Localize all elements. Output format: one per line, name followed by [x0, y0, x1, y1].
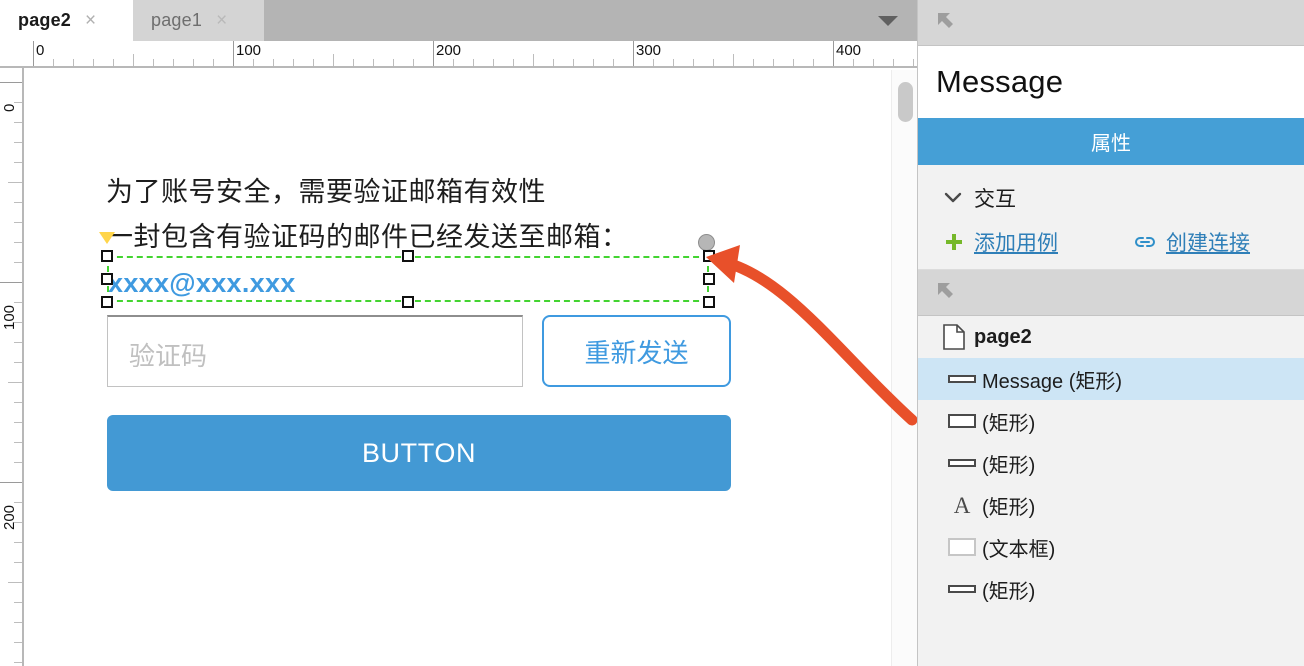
tab-page2-label: page2 — [18, 10, 72, 30]
tree-item-label: (文本框) — [982, 538, 1056, 561]
tree-item-label: (矩形) — [982, 412, 1036, 435]
canvas-vertical-scrollbar[interactable] — [891, 70, 917, 666]
page-title: Message — [936, 64, 1064, 99]
app-window: page2 × page1 × 0 100 200 300 400 0 100 … — [0, 0, 1304, 666]
design-canvas[interactable]: 为了账号安全，需要验证邮箱有效性 一封包含有验证码的邮件已经发送至邮箱： xxx… — [26, 70, 891, 666]
hruler-label-400: 400 — [836, 42, 862, 59]
scrollbar-thumb[interactable] — [898, 82, 913, 122]
properties-tab-header[interactable]: 属性 — [918, 118, 1304, 165]
canvas-input-placeholder: 验证码 — [129, 341, 208, 371]
resize-handle-middle-left[interactable] — [101, 273, 113, 285]
resize-handle-top-center[interactable] — [402, 250, 414, 262]
add-use-case-action[interactable]: 添加用例 — [944, 227, 1058, 257]
resize-handle-bottom-right[interactable] — [703, 296, 715, 308]
properties-panel-grip[interactable] — [918, 0, 1304, 46]
resize-handle-top-right[interactable] — [703, 250, 715, 262]
hruler-label-300: 300 — [636, 42, 662, 59]
resize-handle-bottom-center[interactable] — [402, 296, 414, 308]
rect-thin-icon — [942, 375, 982, 383]
horizontal-ruler[interactable]: 0 100 200 300 400 — [0, 41, 917, 68]
vertical-ruler[interactable]: 0 100 200 — [0, 68, 24, 666]
tab-page2[interactable]: page2 × — [0, 0, 133, 41]
tree-row[interactable]: A (矩形) — [918, 484, 1304, 526]
rotation-marker-icon[interactable] — [99, 232, 115, 244]
chevron-down-icon[interactable] — [944, 189, 962, 207]
close-icon[interactable]: × — [85, 11, 96, 30]
tree-item-label: (矩形) — [982, 454, 1036, 477]
canvas-resend-label: 重新发送 — [584, 337, 689, 368]
tree-item-label: Message (矩形) — [982, 370, 1123, 393]
chevron-down-icon — [878, 15, 898, 26]
create-link-action[interactable]: 创建连接 — [1134, 227, 1250, 257]
add-use-case-label[interactable]: 添加用例 — [974, 227, 1058, 257]
tree-row[interactable]: Message (矩形) — [918, 358, 1304, 400]
interaction-section-label: 交互 — [974, 188, 1016, 211]
close-icon[interactable]: × — [216, 11, 227, 30]
link-icon — [1134, 234, 1156, 250]
hruler-label-100: 100 — [236, 42, 262, 59]
interaction-section-toggle[interactable]: 交互 — [918, 179, 1304, 217]
tree-item-list: Message (矩形) (矩形) (矩形) A (矩形) (文本框) (矩形) — [918, 358, 1304, 610]
resize-handle-bottom-left[interactable] — [101, 296, 113, 308]
rect-thin-icon — [942, 585, 982, 593]
outline-panel-grip[interactable] — [918, 270, 1304, 316]
tab-page1-label: page1 — [151, 10, 203, 30]
resize-handle-middle-right[interactable] — [703, 273, 715, 285]
canvas-primary-button-label: BUTTON — [361, 437, 477, 468]
create-link-label[interactable]: 创建连接 — [1166, 227, 1250, 257]
outline-tree[interactable]: page2 Message (矩形) (矩形) (矩形) A (矩形) (文本框) (矩形) — [918, 316, 1304, 610]
tree-row[interactable]: (矩形) — [918, 400, 1304, 442]
selected-widget-title: Message — [918, 46, 1304, 118]
canvas-primary-button[interactable]: BUTTON — [107, 415, 731, 491]
rect-tall-icon — [942, 414, 982, 428]
collapse-arrow-icon[interactable] — [936, 11, 958, 33]
tree-row-root[interactable]: page2 — [918, 316, 1304, 358]
tab-bar: page2 × page1 × — [0, 0, 917, 41]
textbox-icon — [942, 538, 982, 556]
text-a-icon: A — [953, 492, 971, 518]
plus-icon — [944, 232, 964, 252]
tab-page1[interactable]: page1 × — [133, 0, 264, 41]
right-panel: Message 属性 交互 添加用例 创建连接 page2 Message (矩… — [917, 0, 1304, 666]
interaction-actions-row: 添加用例 创建连接 — [918, 217, 1304, 261]
rect-thin-icon — [942, 459, 982, 467]
tab-list-dropdown-button[interactable] — [859, 0, 917, 41]
tree-item-label: (矩形) — [982, 580, 1036, 603]
interaction-section: 交互 添加用例 创建连接 — [918, 165, 1304, 270]
collapse-arrow-icon[interactable] — [936, 281, 958, 303]
vruler-label-100: 100 — [1, 304, 18, 330]
hruler-label-200: 200 — [436, 42, 462, 59]
canvas-resend-button[interactable]: 重新发送 — [542, 315, 731, 387]
anchor-point-handle[interactable] — [698, 234, 715, 251]
canvas-verification-code-input[interactable]: 验证码 — [107, 315, 523, 387]
editor-area: page2 × page1 × 0 100 200 300 400 0 100 … — [0, 0, 917, 666]
tree-row[interactable]: (矩形) — [918, 442, 1304, 484]
tree-row[interactable]: (矩形) — [918, 568, 1304, 610]
page-icon — [934, 324, 974, 350]
vruler-label-0: 0 — [1, 103, 18, 112]
vruler-label-200: 200 — [1, 504, 18, 530]
selection-box[interactable] — [99, 232, 715, 308]
properties-tab-label: 属性 — [1091, 133, 1131, 155]
tree-item-label: (矩形) — [982, 496, 1036, 519]
tree-root-label: page2 — [974, 325, 1032, 348]
hruler-label-0: 0 — [36, 42, 45, 59]
canvas-text-line1[interactable]: 为了账号安全，需要验证邮箱有效性 — [106, 170, 546, 209]
tree-row[interactable]: (文本框) — [918, 526, 1304, 568]
resize-handle-top-left[interactable] — [101, 250, 113, 262]
canvas-text-line2[interactable]: 一封包含有验证码的邮件已经发送至邮箱： — [106, 215, 629, 254]
